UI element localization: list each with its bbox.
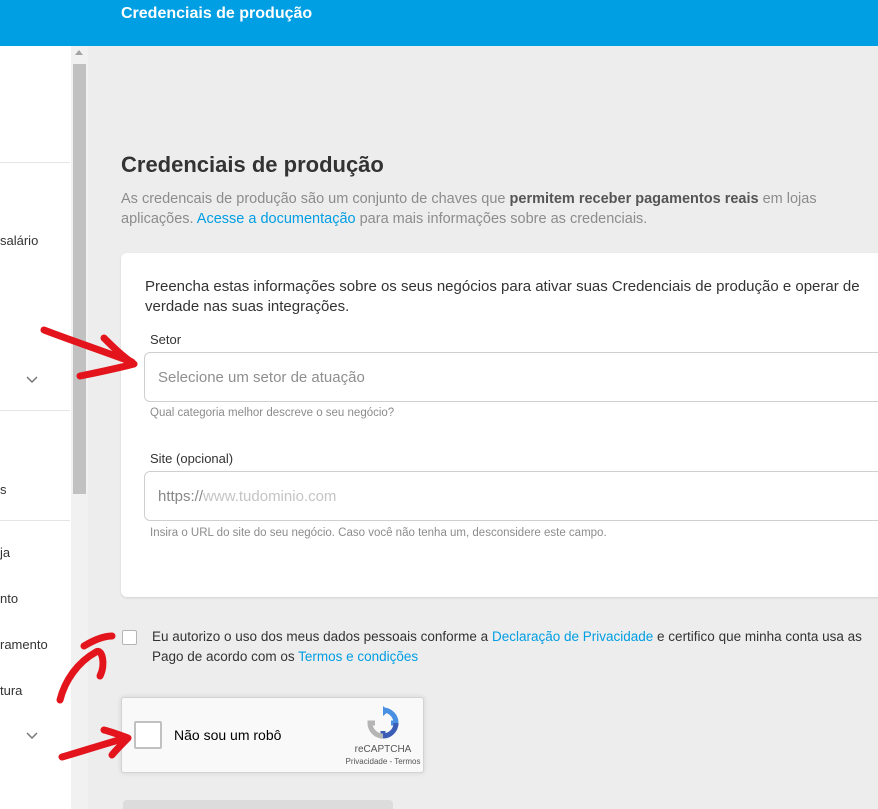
business-info-card: Preencha estas informações sobre os seus…: [121, 253, 878, 597]
consent-text-part: e certifico que minha conta usa as: [653, 629, 862, 644]
sidebar-header: [0, 0, 88, 46]
consent-text: Eu autorizo o uso dos meus dados pessoai…: [152, 627, 878, 667]
card-intro: Preencha estas informações sobre os seus…: [145, 278, 860, 315]
site-label: Site (opcional): [150, 451, 234, 466]
sidebar-divider: [0, 410, 70, 411]
recaptcha-terms[interactable]: Privacidade - Termos: [335, 757, 431, 766]
recaptcha-widget: Não sou um robô reCAPTCHA Privacidade - …: [121, 697, 424, 773]
header-title: Credenciais de produção: [121, 5, 313, 22]
consent-text-part: Eu autorizo o uso dos meus dados pessoai…: [152, 629, 492, 644]
recaptcha-brand: reCAPTCHA: [354, 744, 412, 755]
chevron-down-icon[interactable]: [24, 372, 40, 388]
site-help: Insira o URL do site do seu negócio. Cas…: [150, 527, 607, 539]
sidebar-item-tura[interactable]: tura: [0, 683, 22, 698]
description-bold: permitem receber pagamentos reais: [509, 191, 759, 207]
consent-checkbox[interactable]: [122, 630, 137, 645]
sidebar-item-loja[interactable]: ja: [0, 545, 10, 560]
top-header: Credenciais de produção: [88, 0, 878, 46]
description-text: em lojas: [758, 191, 817, 207]
arrow-checkbox-head: [80, 632, 116, 650]
sector-placeholder: Selecione um setor de atuação: [158, 368, 365, 386]
site-placeholder: www.tudominio.com: [203, 487, 337, 505]
chevron-down-icon[interactable]: [24, 728, 40, 744]
sidebar-item-s[interactable]: s: [0, 482, 7, 497]
scroll-up-arrow-icon[interactable]: [75, 50, 83, 55]
site-input[interactable]: https://www.tudominio.com: [144, 471, 878, 521]
sidebar-item-salario[interactable]: salário: [0, 233, 38, 248]
documentation-link[interactable]: Acesse a documentação: [197, 211, 356, 227]
description-text: As credencais de produção são um conjunt…: [121, 191, 510, 207]
sidebar-scroll-thumb[interactable]: [73, 64, 86, 494]
privacy-link[interactable]: Declaração de Privacidade: [492, 629, 653, 644]
terms-link[interactable]: Termos e condições: [298, 649, 418, 664]
sidebar-item-nto[interactable]: nto: [0, 591, 18, 606]
submit-button[interactable]: [123, 800, 393, 809]
sidebar-divider: [0, 520, 70, 521]
sector-select[interactable]: Selecione um setor de atuação: [144, 352, 878, 402]
recaptcha-label: Não sou um robô: [174, 727, 282, 743]
sidebar-item-ramento[interactable]: ramento: [0, 637, 48, 652]
description-text: para mais informações sobre as credencia…: [355, 211, 648, 227]
page-title: Credenciais de produção: [121, 152, 384, 177]
sidebar-divider: [0, 162, 70, 163]
site-prefix: https://: [158, 487, 204, 505]
recaptcha-logo-icon: [367, 706, 399, 739]
recaptcha-checkbox[interactable]: [134, 721, 162, 749]
sector-label: Setor: [150, 332, 182, 347]
consent-text-part: Pago de acordo com os: [152, 649, 299, 664]
page-description: As credencais de produção são um conjunt…: [121, 189, 878, 229]
sector-help: Qual categoria melhor descreve o seu neg…: [150, 407, 395, 419]
description-text: aplicações.: [121, 211, 197, 227]
